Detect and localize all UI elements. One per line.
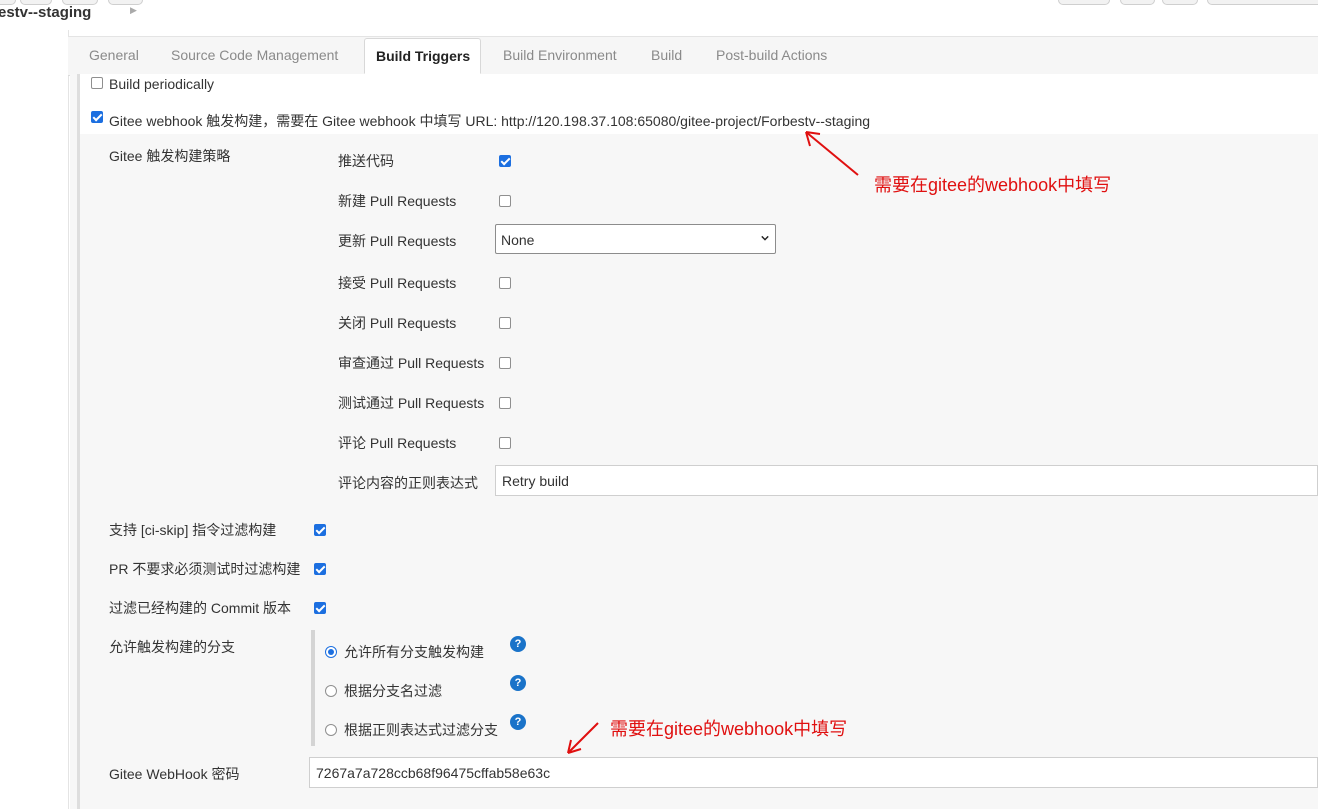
comment-pr-label: 评论 Pull Requests [338,435,457,451]
accept-pr-checkbox[interactable] [499,277,511,289]
annotation-note: 需要在gitee的webhook中填写 [610,719,848,739]
strategy-title: Gitee 触发构建策略 [109,148,231,164]
branch-regex-label: 根据正则表达式过滤分支 [344,722,498,738]
annotation-arrow-icon [805,131,859,176]
ci-skip-checkbox[interactable] [314,524,326,536]
push-code-label: 推送代码 [338,153,394,169]
top-bar [0,0,1318,30]
annotation-arrow-icon [567,722,599,754]
comment-regex-label: 评论内容的正则表达式 [338,475,478,491]
new-pr-label: 新建 Pull Requests [338,193,457,209]
branches-label: 允许触发构建的分支 [109,639,235,655]
webhook-secret-input[interactable]: 7267a7a728ccb68f96475cffab58e63c [309,757,1318,788]
toolbar-button[interactable] [1162,0,1198,5]
toolbar-button[interactable] [1207,0,1318,5]
tab-build-triggers[interactable]: Build Triggers [364,38,481,74]
test-pr-checkbox[interactable] [499,397,511,409]
section-rule [77,74,80,809]
sidebar [0,30,69,809]
webhook-secret-label: Gitee WebHook 密码 [109,766,240,782]
chevron-right-icon: ▶ [130,5,137,15]
branch-name-radio[interactable] [325,685,337,697]
help-icon[interactable]: ? [510,714,526,730]
update-pr-value: None [501,232,535,248]
tab-post-build-actions[interactable]: Post-build Actions [716,47,827,63]
tab-build-environment[interactable]: Build Environment [503,47,617,63]
tab-source-code-management[interactable]: Source Code Management [171,47,338,63]
close-pr-label: 关闭 Pull Requests [338,315,457,331]
branch-all-label: 允许所有分支触发构建 [344,644,484,660]
tab-label: Build Triggers [376,48,471,64]
build-periodically-checkbox[interactable] [91,77,103,89]
comment-pr-checkbox[interactable] [499,437,511,449]
filter-built-checkbox[interactable] [314,602,326,614]
pr-no-test-checkbox[interactable] [314,563,326,575]
toolbar-button[interactable] [1120,0,1155,5]
filter-built-label: 过滤已经构建的 Commit 版本 [109,600,291,616]
push-code-checkbox[interactable] [499,155,511,167]
approve-pr-label: 审查通过 Pull Requests [338,355,485,371]
help-icon[interactable]: ? [510,636,526,652]
approve-pr-checkbox[interactable] [499,357,511,369]
close-pr-checkbox[interactable] [499,317,511,329]
branch-regex-radio[interactable] [325,724,337,736]
gitee-webhook-label: Gitee webhook 触发构建，需要在 Gitee webhook 中填写… [109,113,871,129]
new-pr-checkbox[interactable] [499,195,511,207]
build-periodically-label: Build periodically [109,76,215,92]
pr-no-test-label: PR 不要求必须测试时过滤构建 [109,561,301,577]
ci-skip-label: 支持 [ci-skip] 指令过滤构建 [109,522,277,538]
branch-name-label: 根据分支名过滤 [344,683,442,699]
breadcrumb-project[interactable]: estv--staging [0,4,91,21]
annotation-note: 需要在gitee的webhook中填写 [874,175,1112,195]
branch-options-bar [311,630,315,746]
update-pr-label: 更新 Pull Requests [338,233,457,249]
help-icon[interactable]: ? [510,675,526,691]
chevron-down-icon [761,235,769,241]
test-pr-label: 测试通过 Pull Requests [338,395,485,411]
accept-pr-label: 接受 Pull Requests [338,275,457,291]
toolbar-button[interactable] [108,0,143,5]
form-section [70,74,1318,809]
toolbar-button[interactable] [1058,0,1110,5]
comment-regex-input[interactable]: Retry build [495,465,1318,496]
tab-general[interactable]: General [89,47,139,63]
tab-build[interactable]: Build [651,47,682,63]
branch-all-radio[interactable] [325,646,337,658]
gitee-webhook-checkbox[interactable] [91,111,103,123]
update-pr-select[interactable]: None [495,224,776,254]
